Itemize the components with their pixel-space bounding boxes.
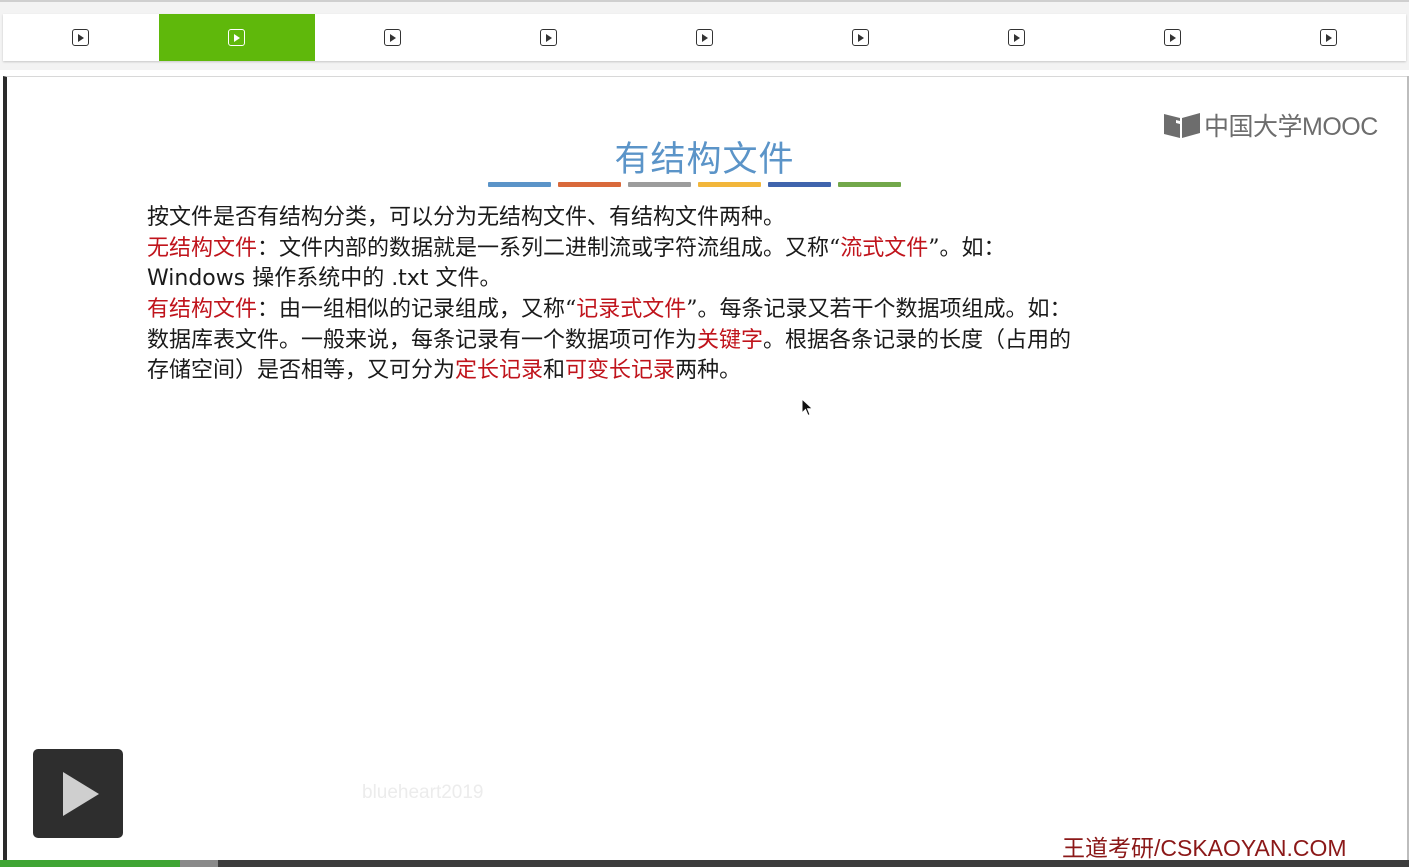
- title-bar-4: [698, 182, 761, 187]
- chapter-tabs: [3, 14, 1406, 61]
- play-button[interactable]: [33, 749, 123, 838]
- play-icon: [1319, 29, 1337, 46]
- title-bar-1: [488, 182, 551, 187]
- title-bar-6: [838, 182, 901, 187]
- chapter-tab-5[interactable]: [627, 14, 783, 61]
- play-icon: [1163, 29, 1181, 46]
- play-icon: [851, 29, 869, 46]
- structured-text-2: ”。每条记录又若干个数据项组成。如：: [686, 297, 1072, 322]
- title-bar-5: [768, 182, 831, 187]
- unstructured-text-2: ”。如：: [928, 236, 1006, 261]
- title-underline-bars: [488, 182, 901, 187]
- variable-length-term: 可变长记录: [565, 358, 676, 383]
- structured-line-2b: 。根据各条记录的长度（占用的: [763, 328, 1072, 353]
- play-icon: [696, 29, 713, 46]
- title-bar-2: [558, 182, 621, 187]
- chapter-tab-1[interactable]: [3, 14, 159, 61]
- mouse-cursor-icon: [801, 398, 814, 417]
- structured-line-3a: 存储空间）是否相等，又可分为: [147, 358, 456, 383]
- chapter-tab-7[interactable]: [938, 14, 1094, 61]
- chapter-tab-6[interactable]: [782, 14, 938, 61]
- chapter-tab-4[interactable]: [471, 14, 627, 61]
- play-icon: [540, 29, 558, 46]
- record-file-term: 记录式文件: [576, 297, 687, 322]
- progress-played: [0, 860, 181, 867]
- structured-line-3b: 两种。: [675, 358, 742, 383]
- structured-term: 有结构文件: [147, 297, 258, 322]
- play-icon: [384, 29, 402, 46]
- title-bar-3: [628, 182, 691, 187]
- structured-line-3: 存储空间）是否相等，又可分为定长记录和可变长记录两种。: [147, 356, 1277, 386]
- chapter-tab-bar: [0, 0, 1409, 70]
- conjunction: 和: [543, 358, 566, 383]
- key-term: 关键字: [697, 328, 764, 353]
- structured-text-1: ：由一组相似的记录组成，又称“: [257, 297, 577, 322]
- chapter-tab-3[interactable]: [315, 14, 471, 61]
- fixed-length-term: 定长记录: [455, 358, 544, 383]
- slide-body: 按文件是否有结构分类，可以分为无结构文件、有结构文件两种。 无结构文件：文件内部…: [147, 202, 1277, 386]
- chapter-tab-9[interactable]: [1250, 14, 1406, 61]
- unstructured-line-2: Windows 操作系统中的 .txt 文件。: [147, 266, 502, 291]
- intro-line: 按文件是否有结构分类，可以分为无结构文件、有结构文件两种。: [147, 205, 786, 230]
- play-icon: [63, 771, 99, 816]
- unstructured-term: 无结构文件: [147, 236, 258, 261]
- slide-title: 有结构文件: [614, 140, 795, 180]
- slide-area: [3, 76, 1408, 861]
- structured-line-2a: 数据库表文件。一般来说，每条记录有一个数据项可作为: [147, 328, 698, 353]
- play-icon: [72, 29, 90, 46]
- watermark: blueheart2019: [362, 782, 484, 803]
- structured-line-2: 数据库表文件。一般来说，每条记录有一个数据项可作为关键字。根据各条记录的长度（占…: [147, 325, 1277, 356]
- unstructured-text-1: ：文件内部的数据就是一系列二进制流或字符流组成。又称“: [257, 236, 841, 261]
- stream-file-term: 流式文件: [840, 236, 929, 261]
- chapter-tab-2[interactable]: [158, 14, 315, 61]
- unstructured-line-1: 无结构文件：文件内部的数据就是一系列二进制流或字符流组成。又称“流式文件”。如：: [147, 233, 1277, 264]
- brand-footer: 王道考研/CSKAOYAN.COM: [1062, 835, 1347, 861]
- play-icon: [1007, 29, 1025, 46]
- play-icon: [228, 29, 246, 46]
- structured-line-1: 有结构文件：由一组相似的记录组成，又称“记录式文件”。每条记录又若干个数据项组成…: [147, 294, 1277, 325]
- progress-bar[interactable]: [0, 860, 1409, 867]
- chapter-tab-8[interactable]: [1094, 14, 1250, 61]
